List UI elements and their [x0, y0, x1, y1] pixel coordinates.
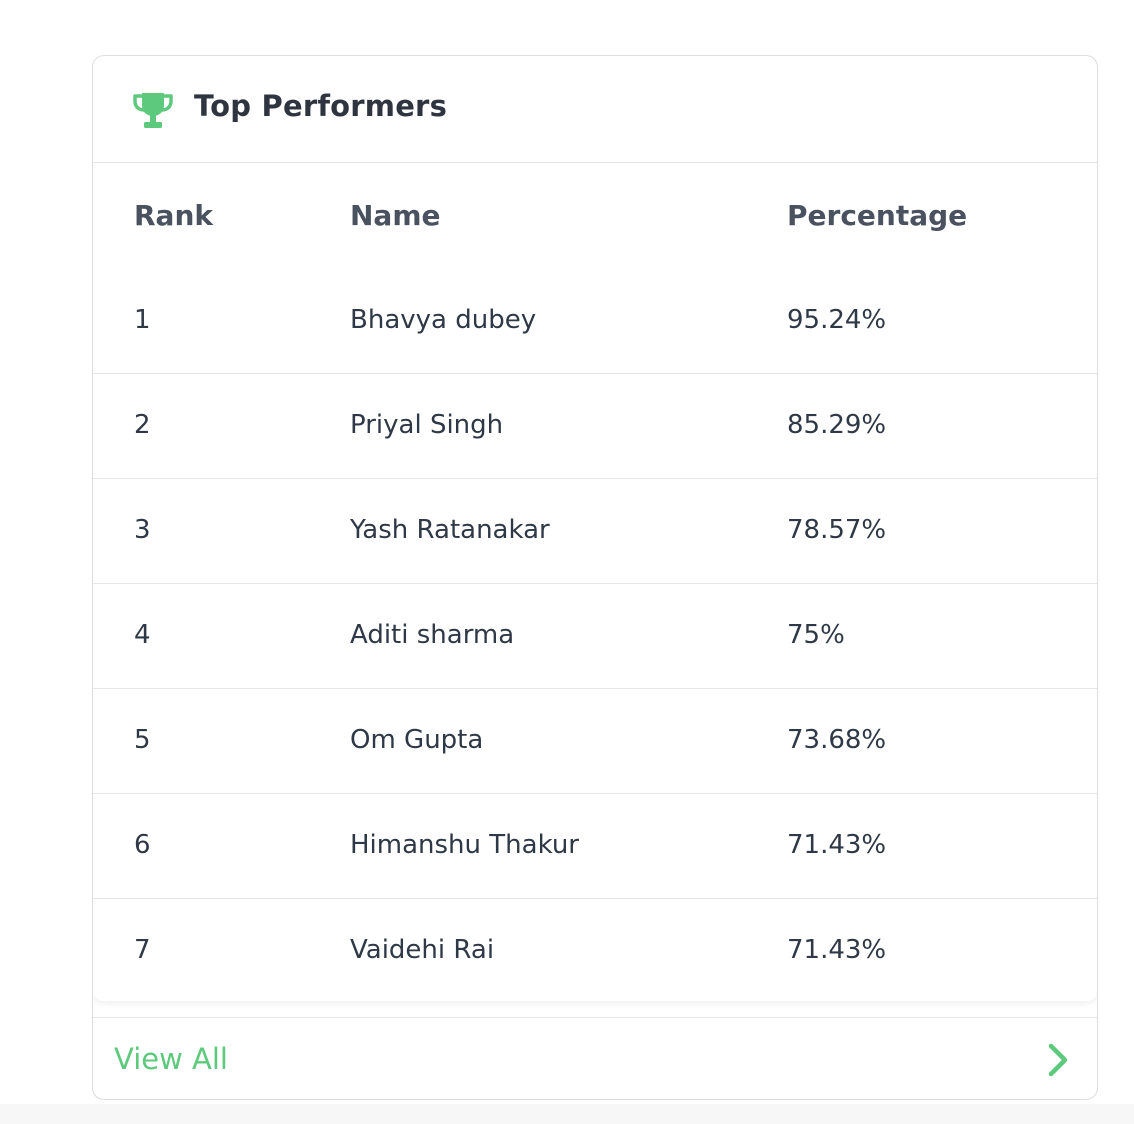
percentage-cell: 75%	[787, 620, 845, 650]
percentage-cell: 71.43%	[787, 830, 887, 860]
table-row: 4 Aditi sharma 75%	[93, 584, 1097, 689]
table-row: 6 Himanshu Thakur 71.43%	[93, 794, 1097, 899]
rank-cell: 5	[134, 725, 151, 755]
card-title: Top Performers	[194, 89, 448, 123]
chevron-right-icon[interactable]	[1043, 1042, 1073, 1078]
page-background-band	[0, 1104, 1134, 1124]
percentage-cell: 73.68%	[787, 725, 887, 755]
view-all-link[interactable]: View All	[114, 1042, 228, 1076]
card-header: Top Performers	[93, 56, 1097, 163]
table-header-row: Rank Name Percentage	[93, 163, 1097, 269]
name-cell: Om Gupta	[350, 725, 484, 755]
column-header-percentage: Percentage	[787, 199, 968, 232]
rank-cell: 3	[134, 515, 151, 545]
card-footer: View All	[93, 1017, 1097, 1099]
table-row: 1 Bhavya dubey 95.24%	[93, 269, 1097, 374]
name-cell: Yash Ratanakar	[350, 515, 550, 545]
percentage-cell: 78.57%	[787, 515, 887, 545]
rank-cell: 7	[134, 935, 151, 965]
name-cell: Himanshu Thakur	[350, 830, 579, 860]
rank-cell: 1	[134, 305, 151, 335]
column-header-name: Name	[350, 199, 441, 232]
rank-cell: 4	[134, 620, 151, 650]
trophy-icon	[133, 93, 173, 128]
percentage-cell: 85.29%	[787, 410, 887, 440]
table-row: 5 Om Gupta 73.68%	[93, 689, 1097, 794]
table-row: 2 Priyal Singh 85.29%	[93, 374, 1097, 479]
rank-cell: 6	[134, 830, 151, 860]
percentage-cell: 95.24%	[787, 305, 887, 335]
performers-table: Rank Name Percentage 1 Bhavya dubey 95.2…	[93, 163, 1097, 1001]
table-row: 7 Vaidehi Rai 71.43%	[93, 899, 1097, 1004]
name-cell: Bhavya dubey	[350, 305, 537, 335]
name-cell: Priyal Singh	[350, 410, 504, 440]
percentage-cell: 71.43%	[787, 935, 887, 965]
name-cell: Vaidehi Rai	[350, 935, 495, 965]
column-header-rank: Rank	[134, 199, 214, 232]
rank-cell: 2	[134, 410, 151, 440]
name-cell: Aditi sharma	[350, 620, 515, 650]
table-row: 3 Yash Ratanakar 78.57%	[93, 479, 1097, 584]
top-performers-card: Top Performers Rank Name Percentage 1 Bh…	[92, 55, 1098, 1100]
